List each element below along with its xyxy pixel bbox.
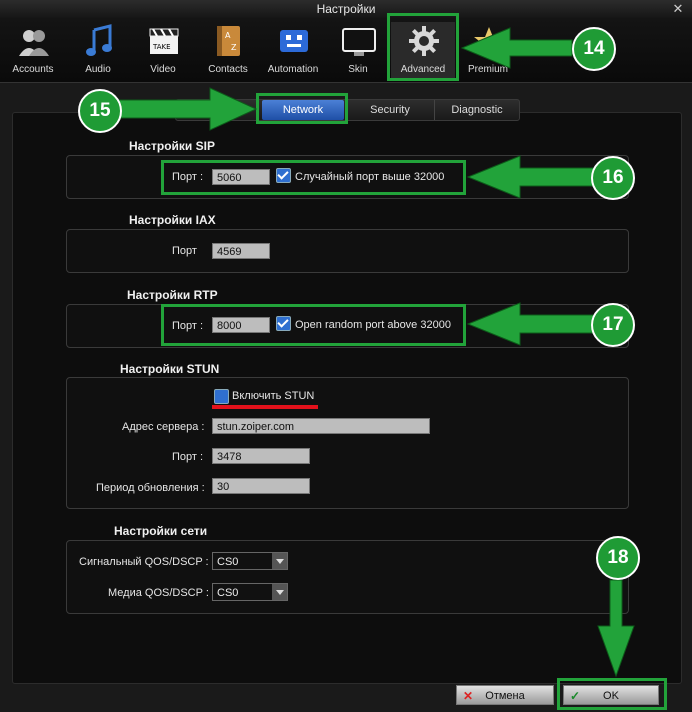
callout-17: 17 bbox=[591, 303, 635, 347]
arrow-15 bbox=[117, 87, 258, 131]
arrow-16 bbox=[466, 155, 599, 199]
arrow-18 bbox=[597, 579, 635, 678]
arrow-17 bbox=[466, 302, 599, 346]
callout-14: 14 bbox=[572, 27, 616, 71]
callout-18: 18 bbox=[596, 536, 640, 580]
callout-15: 15 bbox=[78, 89, 122, 133]
callout-16: 16 bbox=[591, 156, 635, 200]
arrow-14 bbox=[460, 27, 573, 69]
